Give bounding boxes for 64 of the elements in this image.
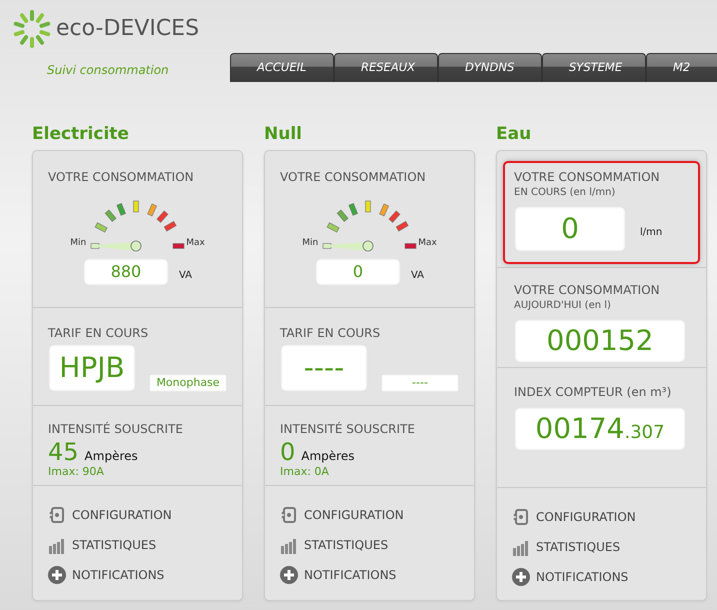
mode-display: Monophase (149, 374, 227, 392)
bar-chart-icon (48, 536, 66, 554)
min-label: Min (302, 238, 318, 250)
section-label: INTENSITÉ SOUSCRITE (48, 422, 184, 436)
unit-label: l/mn (640, 226, 662, 238)
flower-icon (12, 9, 52, 49)
section-sublabel: AUJOURD'HUI (en l) (514, 300, 612, 311)
column-title: Electricite (32, 124, 130, 144)
value-display: 000152 (514, 319, 686, 363)
column-title: Null (264, 124, 303, 144)
nav-tab[interactable]: RESEAUX (334, 53, 438, 82)
nav-tab[interactable]: SYSTEME (542, 53, 646, 82)
min-label: Min (70, 238, 86, 250)
tariff-display: ---- (280, 344, 368, 392)
tagline: Suivi consommation (47, 63, 170, 77)
value-display: 0 (514, 206, 626, 252)
section-label: INTENSITÉ SOUSCRITE (280, 422, 416, 436)
section-label: VOTRE CONSOMMATION (48, 170, 195, 184)
section-label: INDEX COMPTEUR (en m³) (514, 385, 672, 399)
bar-chart-icon (280, 536, 298, 554)
unit-label: Ampères (301, 449, 354, 463)
menu-link[interactable]: STATISTIQUES (72, 538, 156, 552)
nav-tab[interactable]: DYNDNS (438, 53, 542, 82)
bar-chart-icon (512, 538, 530, 556)
section-label: TARIF EN COURS (48, 326, 150, 340)
nav-tab[interactable]: M2 (646, 53, 717, 82)
intensity-value: 0 (280, 439, 296, 465)
nav-tab[interactable]: ACCUEIL (230, 53, 334, 82)
menu-link[interactable]: CONFIGURATION (304, 508, 404, 522)
max-label: Max (418, 238, 437, 250)
max-label: Max (186, 238, 205, 250)
section-label: VOTRE CONSOMMATION (514, 283, 661, 297)
config-icon (512, 508, 530, 526)
menu-link[interactable]: NOTIFICATIONS (304, 568, 396, 582)
gauge-needle (330, 240, 374, 252)
unit-label: Ampères (84, 449, 138, 463)
plus-circle-icon (512, 568, 530, 586)
menu-link[interactable]: CONFIGURATION (72, 508, 172, 522)
config-icon (280, 506, 298, 524)
value-display: 880 (82, 258, 169, 286)
plus-circle-icon (280, 566, 298, 584)
section-label: VOTRE CONSOMMATION (280, 170, 427, 184)
tariff-display: HPJB (48, 344, 136, 392)
menu-link[interactable]: NOTIFICATIONS (72, 568, 164, 582)
menu-link[interactable]: STATISTIQUES (304, 538, 388, 552)
value-display: 0 (314, 258, 401, 286)
plus-circle-icon (48, 566, 66, 584)
menu-link[interactable]: CONFIGURATION (536, 510, 636, 524)
config-icon (48, 506, 66, 524)
value-display: 00174.307 (514, 407, 686, 451)
unit-label: VA (410, 268, 424, 280)
menu-link[interactable]: STATISTIQUES (536, 540, 620, 554)
imax-text: Imax: 0A (280, 465, 330, 478)
logo-text: eco-DEVICES (56, 15, 200, 43)
imax-text: Imax: 90A (48, 465, 105, 478)
section-sublabel: EN COURS (en l/mn) (514, 187, 616, 198)
column-title: Eau (496, 124, 532, 144)
unit-label: VA (178, 268, 192, 280)
menu-link[interactable]: NOTIFICATIONS (536, 570, 628, 584)
mode-display: ---- (381, 374, 459, 392)
section-label: TARIF EN COURS (280, 326, 382, 340)
section-label: VOTRE CONSOMMATION (514, 170, 661, 184)
gauge-needle (98, 240, 142, 252)
intensity-value: 45 (48, 439, 79, 465)
